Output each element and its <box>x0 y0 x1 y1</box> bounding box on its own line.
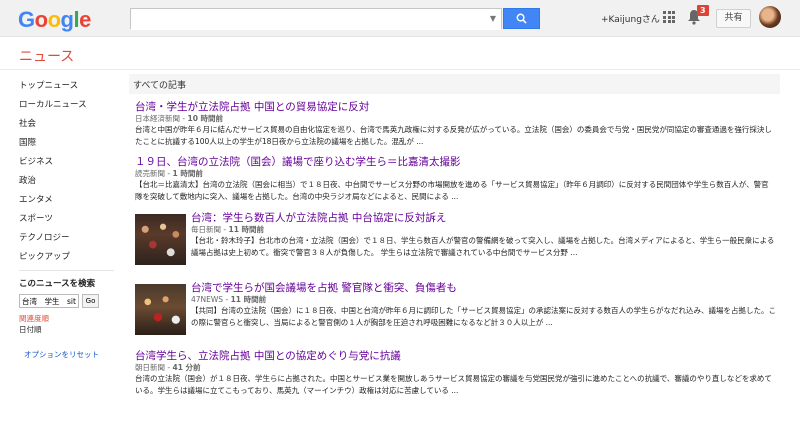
article-time: 11 時間前 <box>230 295 267 304</box>
article-time: 1 時間前 <box>172 169 203 178</box>
article-title[interactable]: 台湾で学生らが国会議場を占拠 警官隊と衝突、負傷者も <box>191 282 777 295</box>
sidebar-item-sports[interactable]: スポーツ <box>19 213 119 232</box>
article-thumbnail[interactable] <box>135 214 186 265</box>
google-logo[interactable]: Google <box>18 7 91 33</box>
sidebar: トップニュース ローカルニュース 社会 国際 ビジネス 政治 エンタメ スポーツ… <box>19 80 119 360</box>
top-bar: Google ▼ +Kaijungさん 3 共有 <box>0 0 800 37</box>
sidebar-item-international[interactable]: 国際 <box>19 137 119 156</box>
article-source[interactable]: 47NEWS <box>191 295 223 304</box>
article-snippet: 台湾の立法院（国会）が１８日夜、学生らに占拠された。中国とサービス業を開放しあう… <box>135 374 772 395</box>
article-title[interactable]: 台湾・学生が立法院占拠 中国との貿易協定に反対 <box>135 101 775 114</box>
article-meta: 毎日新聞 - 11 時間前 <box>191 225 265 234</box>
user-name-link[interactable]: +Kaijungさん <box>601 12 660 25</box>
article-snippet: 【台北＝比嘉清太】台湾の立法院（国会に相当）で１８日夜、中台間でサービス分野の市… <box>135 180 769 201</box>
avatar[interactable] <box>759 6 781 28</box>
sidebar-item-society[interactable]: 社会 <box>19 118 119 137</box>
news-item: 台湾：学生ら数百人が立法院占拠 中台協定に反対訴え 毎日新聞 - 11 時間前 … <box>191 212 777 258</box>
news-search: Go <box>19 294 119 308</box>
news-search-title: このニュースを検索 <box>19 279 96 289</box>
sort-relevance-link[interactable]: 関連度順 <box>19 313 119 324</box>
reset-options-link[interactable]: オプションをリセット <box>19 349 119 360</box>
notification-badge[interactable]: 3 <box>697 5 709 16</box>
sidebar-item-top[interactable]: トップニュース <box>19 80 119 99</box>
article-title[interactable]: １９日、台湾の立法院（国会）議場で座り込む学生ら＝比嘉清太撮影 <box>135 156 775 169</box>
page-title: ニュース <box>19 49 75 65</box>
article-meta: 読売新聞 - 1 時間前 <box>135 169 203 178</box>
news-item: １９日、台湾の立法院（国会）議場で座り込む学生ら＝比嘉清太撮影 読売新聞 - 1… <box>135 156 775 202</box>
sidebar-item-pickup[interactable]: ピックアップ <box>19 251 119 270</box>
article-title[interactable]: 台湾：学生ら数百人が立法院占拠 中台協定に反対訴え <box>191 212 777 225</box>
article-title[interactable]: 台湾学生ら、立法院占拠 中国との協定めぐり与党に抗議 <box>135 350 775 363</box>
main-content: すべての記事 台湾・学生が立法院占拠 中国との貿易協定に反対 日本経済新聞 - … <box>129 74 780 395</box>
article-thumbnail[interactable] <box>135 284 186 335</box>
sidebar-divider <box>19 270 114 271</box>
all-articles-header: すべての記事 <box>129 74 780 94</box>
article-meta: 朝日新聞 - 41 分前 <box>135 363 201 372</box>
sidebar-item-technology[interactable]: テクノロジー <box>19 232 119 251</box>
caret-down-icon[interactable]: ▼ <box>490 14 496 23</box>
article-source[interactable]: 朝日新聞 <box>135 363 165 372</box>
apps-icon[interactable] <box>663 11 675 23</box>
search-button[interactable] <box>503 8 540 29</box>
article-source[interactable]: 読売新聞 <box>135 169 165 178</box>
article-time: 10 時間前 <box>187 114 224 123</box>
article-meta: 日本経済新聞 - 10 時間前 <box>135 114 224 123</box>
article-snippet: 【共同】台湾の立法院（国会）に１８日夜、中国と台湾が昨年６月に調印した「サービス… <box>191 306 776 327</box>
sidebar-item-politics[interactable]: 政治 <box>19 175 119 194</box>
search-box[interactable]: ▼ <box>130 8 502 30</box>
article-time: 41 分前 <box>172 363 201 372</box>
news-search-input[interactable] <box>19 294 79 308</box>
article-source[interactable]: 毎日新聞 <box>191 225 221 234</box>
article-meta: 47NEWS - 11 時間前 <box>191 295 267 304</box>
article-snippet: 【台北・鈴木玲子】台北市の台湾・立法院（国会）で１８日、学生ら数百人が警官の警備… <box>191 236 775 257</box>
search-input[interactable] <box>131 11 501 30</box>
sidebar-item-local[interactable]: ローカルニュース <box>19 99 119 118</box>
news-item: 台湾で学生らが国会議場を占拠 警官隊と衝突、負傷者も 47NEWS - 11 時… <box>191 282 777 328</box>
sort-date-link[interactable]: 日付順 <box>19 324 119 335</box>
news-item: 台湾学生ら、立法院占拠 中国との協定めぐり与党に抗議 朝日新聞 - 41 分前 … <box>135 350 775 396</box>
article-source[interactable]: 日本経済新聞 <box>135 114 180 123</box>
search-icon <box>516 13 527 24</box>
header-divider <box>0 69 800 70</box>
sidebar-item-business[interactable]: ビジネス <box>19 156 119 175</box>
share-button[interactable]: 共有 <box>716 9 751 28</box>
article-snippet: 台湾と中国が昨年６月に結んだサービス貿易の自由化協定を巡り、台湾で馬英九政権に対… <box>135 125 772 146</box>
go-button[interactable]: Go <box>82 294 99 308</box>
article-time: 11 時間前 <box>228 225 265 234</box>
sidebar-item-entertainment[interactable]: エンタメ <box>19 194 119 213</box>
news-item: 台湾・学生が立法院占拠 中国との貿易協定に反対 日本経済新聞 - 10 時間前 … <box>135 101 775 147</box>
